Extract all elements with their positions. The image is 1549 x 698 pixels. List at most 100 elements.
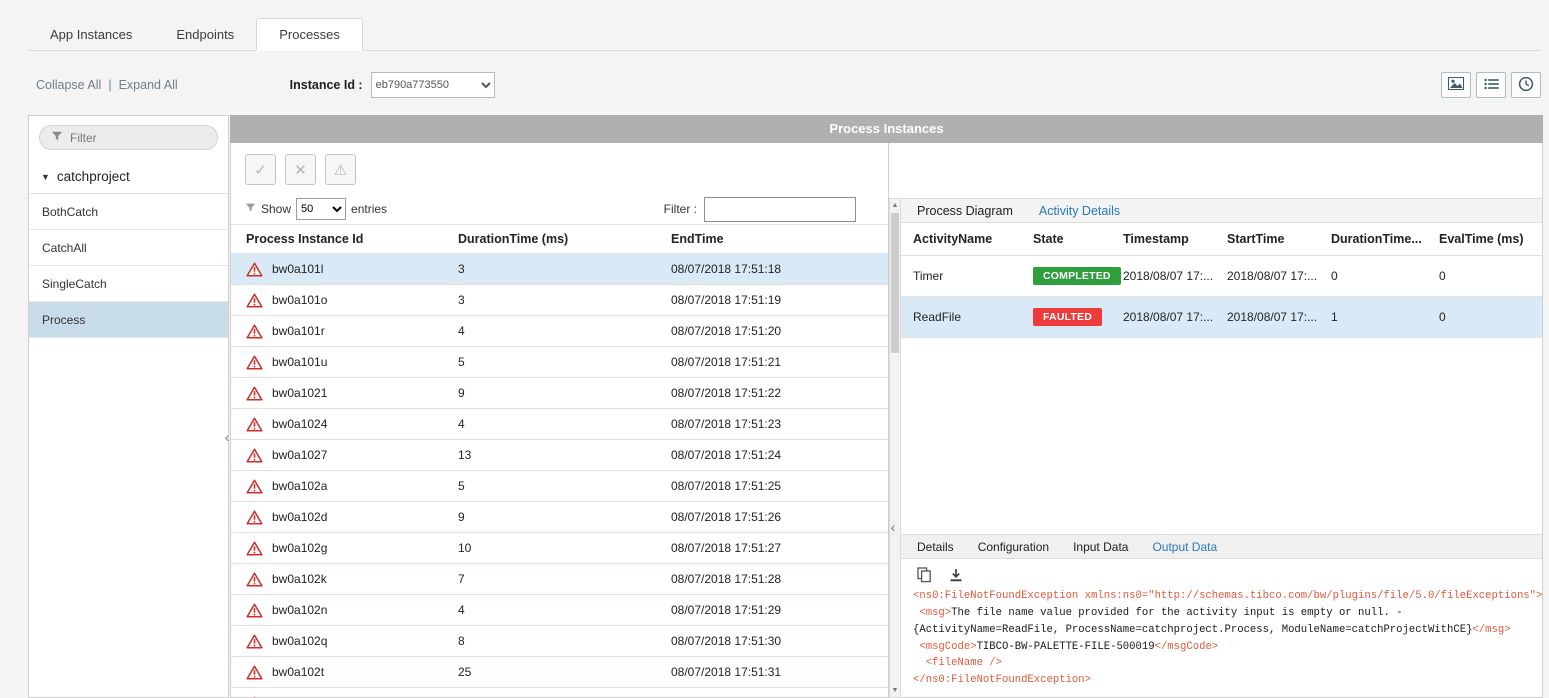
clock-view-button[interactable] xyxy=(1511,72,1541,98)
endtime-cell: 08/07/2018 17:51:22 xyxy=(671,386,888,400)
duration-cell: 4 xyxy=(458,603,671,617)
duration-cell: 10 xyxy=(458,541,671,555)
duration-cell: 4 xyxy=(458,417,671,431)
column-header-evaltime-ms: EvalTime (ms) xyxy=(1439,232,1542,246)
fault-action-button[interactable]: ⚠ xyxy=(325,154,356,185)
tab-endpoints[interactable]: Endpoints xyxy=(154,19,256,50)
sidebar-item-process[interactable]: Process xyxy=(29,302,228,338)
warning-icon xyxy=(246,696,263,698)
table-row[interactable]: bw0a1021908/07/2018 17:51:22 xyxy=(231,378,888,409)
table-row[interactable]: bw0a101u508/07/2018 17:51:21 xyxy=(231,347,888,378)
duration-cell: 3 xyxy=(458,262,671,276)
cancel-action-button[interactable]: ✕ xyxy=(285,154,316,185)
top-tab-bar: App InstancesEndpointsProcesses xyxy=(28,18,1541,51)
table-row[interactable]: bw0a101r408/07/2018 17:51:20 xyxy=(231,316,888,347)
timestamp-cell: 2018/08/07 17:... xyxy=(1123,269,1227,283)
warning-icon xyxy=(246,479,263,494)
tab-activity-details[interactable]: Activity Details xyxy=(1039,204,1120,218)
tab-processes[interactable]: Processes xyxy=(256,18,363,51)
list-view-button[interactable] xyxy=(1476,72,1506,98)
endtime-cell: 08/07/2018 17:51:20 xyxy=(671,324,888,338)
duration-cell: 8 xyxy=(458,634,671,648)
table-row[interactable]: bw0a102n408/07/2018 17:51:29 xyxy=(231,595,888,626)
duration-cell: 3 xyxy=(458,293,671,307)
xml-tag-token: <fileName /> xyxy=(913,657,1002,669)
xml-text-token: {ActivityName=ReadFile, ProcessName=catc… xyxy=(913,624,1472,636)
process-instance-cell: bw0a102k xyxy=(231,572,458,587)
process-instance-cell: bw0a101o xyxy=(231,293,458,308)
view-switcher xyxy=(1441,72,1541,98)
table-row[interactable]: bw0a102q808/07/2018 17:51:30 xyxy=(231,626,888,657)
table-row[interactable]: bw0a102k708/07/2018 17:51:28 xyxy=(231,564,888,595)
copy-icon[interactable] xyxy=(917,567,932,583)
vertical-scrollbar[interactable]: ▲ ▼ ‹ xyxy=(889,143,901,698)
warning-icon xyxy=(246,386,263,401)
controls-row: Collapse All | Expand All Instance Id : … xyxy=(36,70,1541,100)
instance-id-select[interactable]: eb790a773550 xyxy=(371,72,495,98)
warning-icon xyxy=(246,448,263,463)
activity-row[interactable]: ReadFileFAULTED2018/08/07 17:...2018/08/… xyxy=(901,297,1542,338)
warning-icon xyxy=(246,541,263,556)
process-instance-id: bw0a102n xyxy=(272,603,327,617)
scroll-up-arrow[interactable]: ▲ xyxy=(890,199,900,212)
tab-output-data[interactable]: Output Data xyxy=(1152,540,1217,554)
table-row[interactable]: bw0a101o308/07/2018 17:51:19 xyxy=(231,285,888,316)
scroll-down-arrow[interactable]: ▼ xyxy=(890,684,900,697)
process-instance-cell: bw0a102g xyxy=(231,541,458,556)
tab-details[interactable]: Details xyxy=(917,540,954,554)
table-row[interactable]: bw0a101l 308/07/2018 17:51:18 xyxy=(231,254,888,285)
endtime-cell: 08/07/2018 17:51:21 xyxy=(671,355,888,369)
entries-per-page-select[interactable]: 50 xyxy=(296,198,346,220)
process-instance-cell: bw0a101u xyxy=(231,355,458,370)
process-instance-id: bw0a101l xyxy=(272,262,323,276)
table-row[interactable]: bw0a1024408/07/2018 17:51:23 xyxy=(231,409,888,440)
endtime-cell: 08/07/2018 17:51:18 xyxy=(671,262,888,276)
expand-all-link[interactable]: Expand All xyxy=(119,78,178,92)
column-header-state: State xyxy=(1033,232,1123,246)
process-instance-id: bw0a102a xyxy=(272,479,327,493)
endtime-cell: 08/07/2018 17:51:19 xyxy=(671,293,888,307)
sidebar-item-bothcatch[interactable]: BothCatch xyxy=(29,194,228,230)
sidebar-collapse-handle[interactable]: ‹ xyxy=(221,422,233,452)
tab-app-instances[interactable]: App Instances xyxy=(28,19,154,50)
sidebar-item-singlecatch[interactable]: SingleCatch xyxy=(29,266,228,302)
process-instance-cell xyxy=(231,696,458,698)
sidebar-filter xyxy=(39,125,218,150)
panel-collapse-handle[interactable]: ‹ xyxy=(886,513,900,541)
table-row[interactable]: bw0a102a508/07/2018 17:51:25 xyxy=(231,471,888,502)
process-instance-id: bw0a102d xyxy=(272,510,327,524)
column-header-starttime: StartTime xyxy=(1227,232,1331,246)
activity-panel: Process Diagram Activity Details Activity… xyxy=(901,143,1543,698)
activity-row[interactable]: TimerCOMPLETED2018/08/07 17:...2018/08/0… xyxy=(901,256,1542,297)
table-row[interactable]: bw0a10271308/07/2018 17:51:24 xyxy=(231,440,888,471)
app-root: App InstancesEndpointsProcesses Collapse… xyxy=(0,0,1549,698)
tab-input-data[interactable]: Input Data xyxy=(1073,540,1128,554)
tab-process-diagram[interactable]: Process Diagram xyxy=(917,204,1013,218)
collapse-all-link[interactable]: Collapse All xyxy=(36,78,101,92)
tree-root-catchproject[interactable]: ▼ catchproject xyxy=(29,159,228,194)
sidebar-filter-input[interactable] xyxy=(70,131,200,145)
table-row[interactable]: bw0a102g1008/07/2018 17:51:27 xyxy=(231,533,888,564)
table-row[interactable]: bw0a102t2508/07/2018 17:51:31 xyxy=(231,657,888,688)
scrollbar-thumb[interactable] xyxy=(891,213,899,353)
xml-line: <msg>The file name value provided for th… xyxy=(913,605,1538,622)
scrollbar-track[interactable]: ▲ ▼ xyxy=(889,198,901,698)
table-row[interactable] xyxy=(231,688,888,697)
table-filter-input[interactable] xyxy=(704,197,856,222)
table-header: Process Instance IdDurationTime (ms)EndT… xyxy=(231,224,888,254)
tab-configuration[interactable]: Configuration xyxy=(978,540,1049,554)
sidebar-item-catchall[interactable]: CatchAll xyxy=(29,230,228,266)
caret-down-icon[interactable]: ▼ xyxy=(41,172,50,182)
confirm-action-button[interactable]: ✓ xyxy=(245,154,276,185)
image-view-button[interactable] xyxy=(1441,72,1471,98)
activity-table-rows: TimerCOMPLETED2018/08/07 17:...2018/08/0… xyxy=(901,256,1542,338)
activity-table-header: ActivityNameStateTimestampStartTimeDurat… xyxy=(901,223,1542,256)
list-view-icon xyxy=(1484,78,1499,93)
starttime-cell: 2018/08/07 17:... xyxy=(1227,269,1331,283)
process-instance-cell: bw0a102q xyxy=(231,634,458,649)
table-row[interactable]: bw0a102d908/07/2018 17:51:26 xyxy=(231,502,888,533)
detail-tab-bar: Details Configuration Input Data Output Dat… xyxy=(901,534,1542,559)
warning-icon xyxy=(246,510,263,525)
download-icon[interactable] xyxy=(949,568,963,583)
warning-icon xyxy=(246,634,263,649)
